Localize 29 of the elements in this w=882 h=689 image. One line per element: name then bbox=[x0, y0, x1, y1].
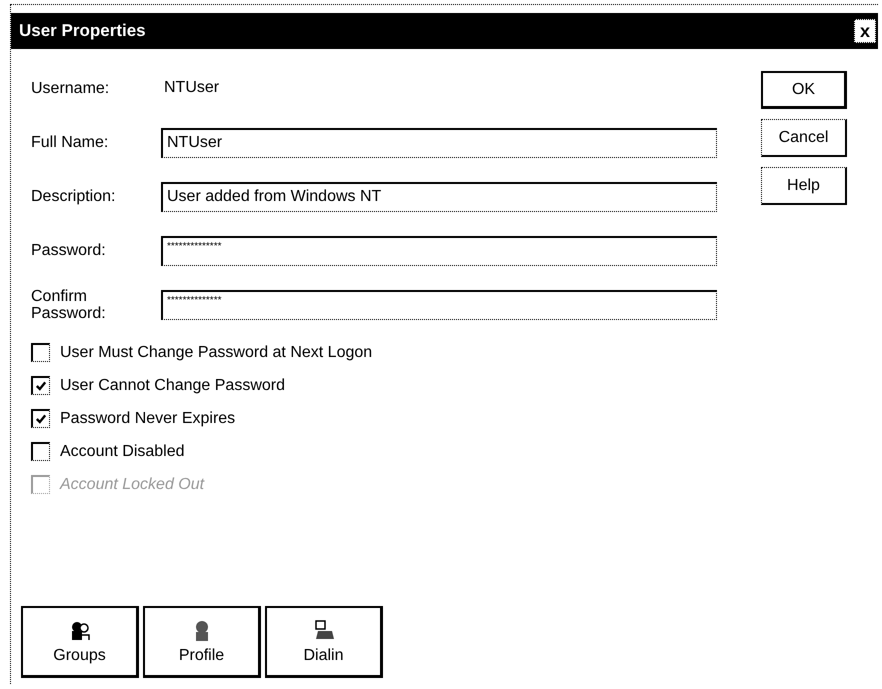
checkbox[interactable] bbox=[31, 376, 50, 395]
field-label: Password: bbox=[31, 242, 107, 259]
close-button[interactable]: x bbox=[854, 19, 876, 43]
cancel-button[interactable]: Cancel bbox=[761, 119, 847, 157]
field-label: Description: bbox=[31, 188, 116, 205]
checkbox-label: Account Locked Out bbox=[60, 476, 204, 494]
groups-button[interactable]: Groups bbox=[21, 606, 139, 678]
help-button[interactable]: Help bbox=[761, 167, 847, 205]
checkbox[interactable] bbox=[31, 343, 50, 362]
ok-button[interactable]: OK bbox=[761, 71, 847, 109]
checkbox[interactable] bbox=[31, 409, 50, 428]
username-value: NTUser bbox=[163, 79, 220, 97]
checkmark-icon bbox=[35, 413, 47, 425]
checkbox-label: User Cannot Change Password bbox=[60, 376, 286, 394]
password-field[interactable]: ************** bbox=[161, 290, 717, 320]
field-label: Username: bbox=[31, 80, 110, 96]
checkbox-label: User Must Change Password at Next Logon bbox=[60, 344, 372, 362]
checkmark-icon bbox=[35, 380, 47, 392]
dialin-button[interactable]: Dialin bbox=[265, 606, 383, 678]
input-field[interactable]: User added from Windows NT bbox=[161, 182, 717, 212]
field-label: Full Name: bbox=[31, 134, 110, 151]
password-field[interactable]: ************** bbox=[161, 236, 717, 266]
checkbox-label: Account Disabled bbox=[60, 442, 185, 460]
window-title: User Properties bbox=[19, 21, 146, 41]
checkbox[interactable] bbox=[31, 442, 50, 461]
field-label: Confirm Password: bbox=[31, 288, 107, 322]
input-field[interactable]: NTUser bbox=[161, 128, 717, 158]
checkbox-label: Password Never Expires bbox=[60, 410, 236, 428]
profile-button[interactable]: Profile bbox=[143, 606, 261, 678]
